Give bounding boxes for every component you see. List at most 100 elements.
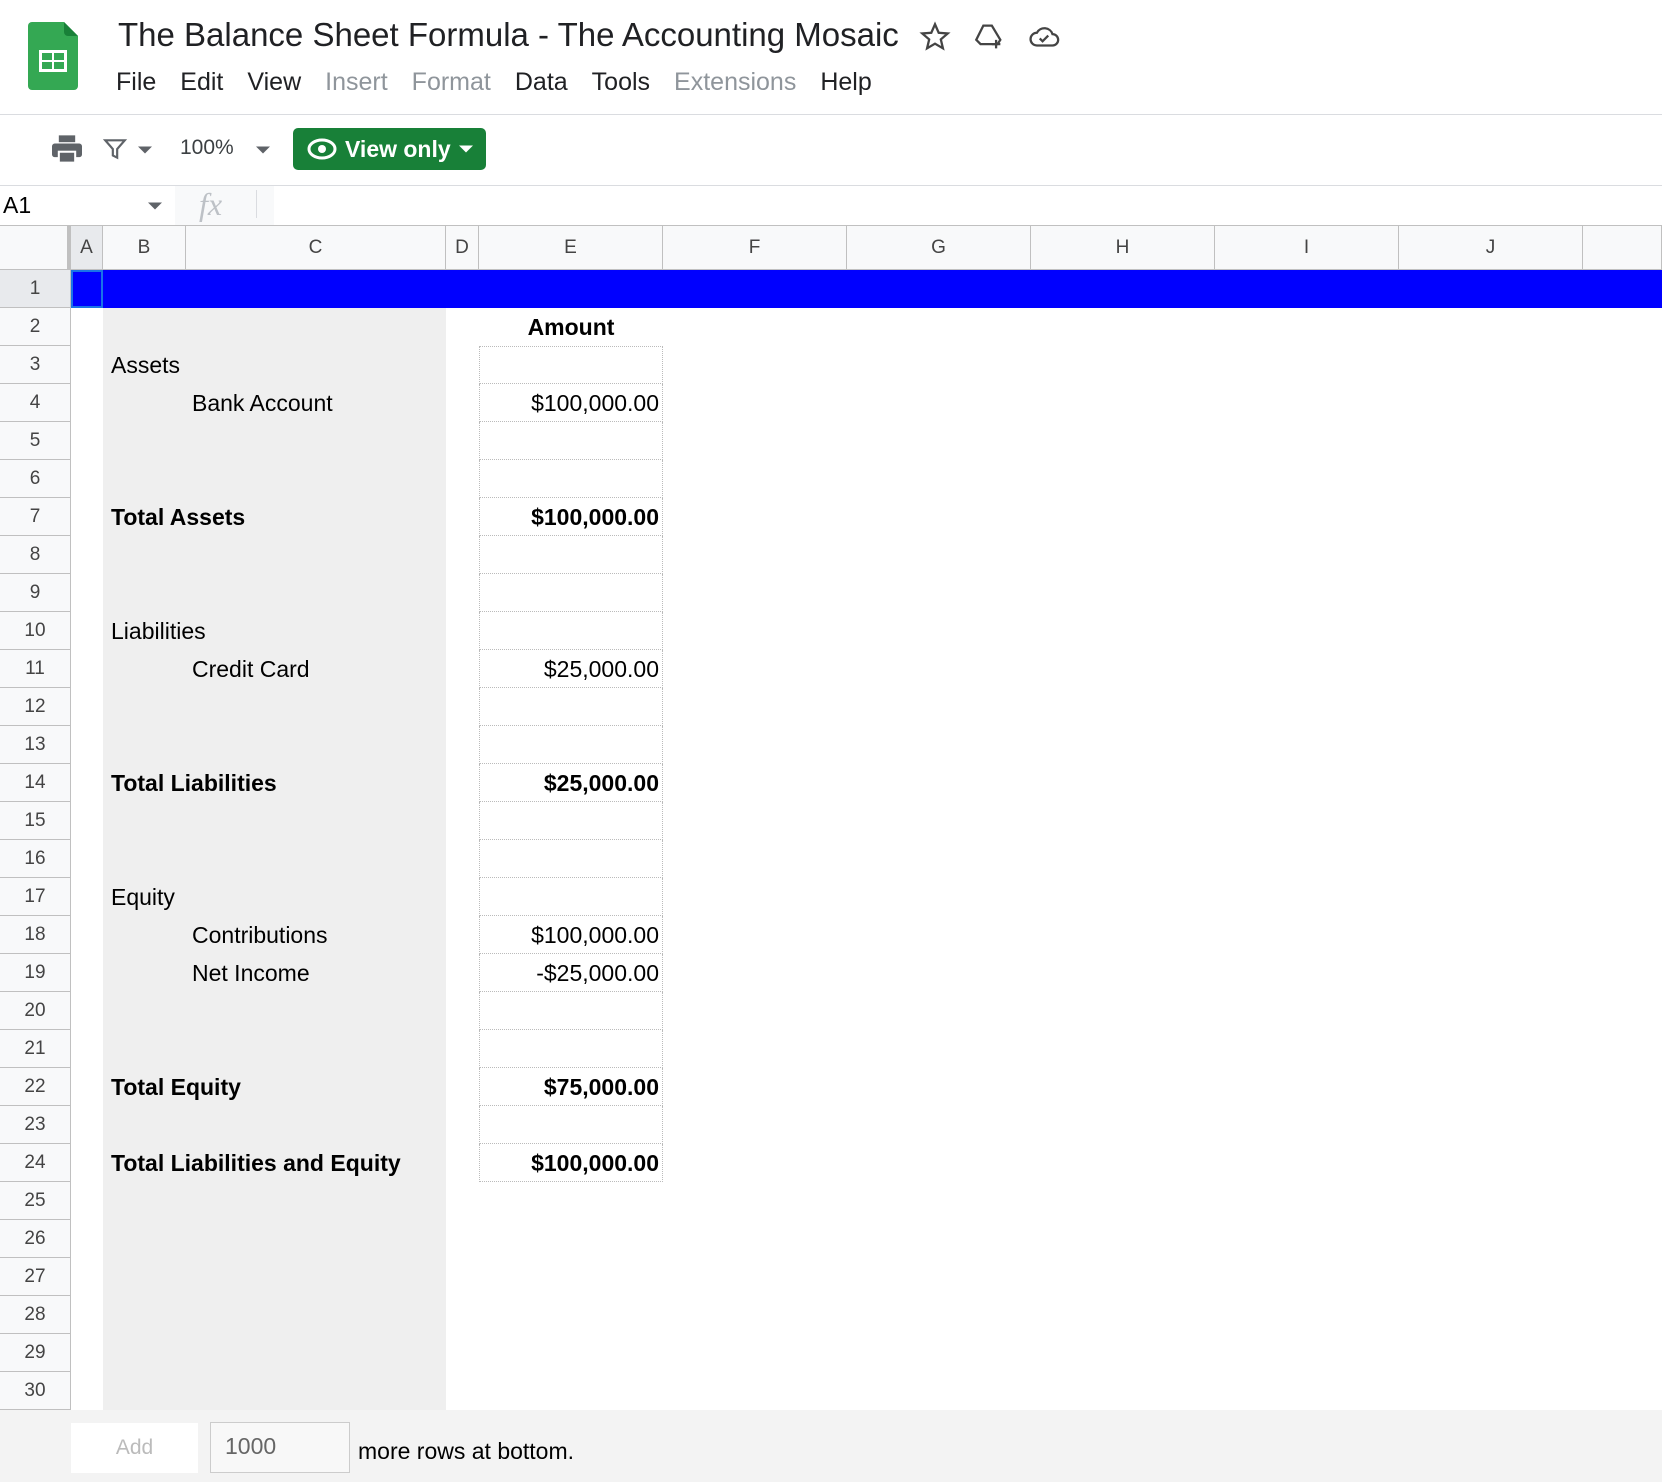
line-label[interactable]: Equity (111, 878, 175, 916)
row-header-12[interactable]: 12 (0, 688, 71, 726)
select-all-corner[interactable] (0, 226, 71, 270)
row-header-7[interactable]: 7 (0, 498, 71, 536)
menu-view[interactable]: View (247, 68, 301, 97)
row-header-11[interactable]: 11 (0, 650, 71, 688)
line-amount[interactable]: $100,000.00 (479, 916, 659, 954)
drive-add-icon[interactable] (972, 20, 1006, 54)
row-header-19[interactable]: 19 (0, 954, 71, 992)
amount-cell[interactable] (479, 840, 663, 878)
row-header-6[interactable]: 6 (0, 460, 71, 498)
line-amount[interactable]: $25,000.00 (479, 650, 659, 688)
column-header-k[interactable] (1583, 226, 1662, 270)
row-header-29[interactable]: 29 (0, 1334, 71, 1372)
amount-cell[interactable] (479, 1030, 663, 1068)
line-amount[interactable]: -$25,000.00 (479, 954, 659, 992)
line-label[interactable]: Bank Account (192, 384, 333, 422)
line-label[interactable]: Credit Card (192, 650, 310, 688)
line-label[interactable]: Liabilities (111, 612, 206, 650)
column-header-b[interactable]: B (103, 226, 186, 270)
amount-cell[interactable] (479, 992, 663, 1030)
row-header-30[interactable]: 30 (0, 1372, 71, 1410)
row-header-24[interactable]: 24 (0, 1144, 71, 1182)
row-header-18[interactable]: 18 (0, 916, 71, 954)
star-icon[interactable] (918, 20, 952, 54)
amount-cell[interactable] (479, 688, 663, 726)
row-header-20[interactable]: 20 (0, 992, 71, 1030)
add-rows-button[interactable]: Add (71, 1423, 198, 1473)
filter-icon[interactable] (102, 136, 128, 162)
amount-cell[interactable] (479, 802, 663, 840)
column-header-e[interactable]: E (479, 226, 663, 270)
row-header-9[interactable]: 9 (0, 574, 71, 612)
line-amount[interactable]: $100,000.00 (479, 1144, 659, 1182)
row-header-27[interactable]: 27 (0, 1258, 71, 1296)
amount-cell[interactable] (479, 460, 663, 498)
row-header-5[interactable]: 5 (0, 422, 71, 460)
column-header-i[interactable]: I (1215, 226, 1399, 270)
amount-cell[interactable] (479, 1106, 663, 1144)
row-header-25[interactable]: 25 (0, 1182, 71, 1220)
column-header-g[interactable]: G (847, 226, 1031, 270)
row-header-22[interactable]: 22 (0, 1068, 71, 1106)
amount-cell[interactable] (479, 346, 663, 384)
row-header-4[interactable]: 4 (0, 384, 71, 422)
line-amount[interactable]: $100,000.00 (479, 498, 659, 536)
menu-edit[interactable]: Edit (180, 68, 223, 97)
row-header-13[interactable]: 13 (0, 726, 71, 764)
amount-cell[interactable] (479, 536, 663, 574)
row-header-26[interactable]: 26 (0, 1220, 71, 1258)
line-amount[interactable]: $25,000.00 (479, 764, 659, 802)
amount-cell[interactable] (479, 574, 663, 612)
formula-input[interactable] (276, 186, 1656, 225)
row-header-1[interactable]: 1 (0, 270, 71, 308)
print-icon[interactable] (50, 134, 84, 164)
cloud-saved-icon[interactable] (1027, 20, 1061, 54)
menu-format[interactable]: Format (412, 68, 491, 97)
menu-data[interactable]: Data (515, 68, 568, 97)
row-header-15[interactable]: 15 (0, 802, 71, 840)
name-box[interactable]: A1 (3, 192, 31, 219)
row-header-28[interactable]: 28 (0, 1296, 71, 1334)
filter-dropdown-icon[interactable] (138, 146, 152, 154)
column-header-c[interactable]: C (186, 226, 446, 270)
column-header-j[interactable]: J (1399, 226, 1583, 270)
column-header-d[interactable]: D (446, 226, 479, 270)
row-header-23[interactable]: 23 (0, 1106, 71, 1144)
column-header-a[interactable]: A (71, 226, 103, 270)
row-header-17[interactable]: 17 (0, 878, 71, 916)
row-header-16[interactable]: 16 (0, 840, 71, 878)
row-header-21[interactable]: 21 (0, 1030, 71, 1068)
zoom-select[interactable]: 100% (180, 136, 234, 160)
document-title[interactable]: The Balance Sheet Formula - The Accounti… (118, 16, 899, 54)
view-only-button[interactable]: View only (293, 128, 486, 170)
menu-help[interactable]: Help (820, 68, 871, 97)
menu-file[interactable]: File (116, 68, 156, 97)
menu-extensions[interactable]: Extensions (674, 68, 796, 97)
rows-count-input[interactable]: 1000 (210, 1422, 350, 1473)
menu-tools[interactable]: Tools (592, 68, 650, 97)
amount-cell[interactable] (479, 422, 663, 460)
line-label[interactable]: Total Equity (111, 1068, 241, 1106)
line-label[interactable]: Assets (111, 346, 180, 384)
line-amount[interactable]: $75,000.00 (479, 1068, 659, 1106)
line-label[interactable]: Total Liabilities (111, 764, 277, 802)
amount-cell[interactable] (479, 612, 663, 650)
line-label[interactable]: Net Income (192, 954, 310, 992)
line-label[interactable]: Contributions (192, 916, 328, 954)
zoom-dropdown-icon[interactable] (256, 146, 270, 154)
amount-cell[interactable] (479, 726, 663, 764)
active-cell-a1[interactable] (71, 270, 103, 308)
line-amount[interactable]: $100,000.00 (479, 384, 659, 422)
amount-header[interactable]: Amount (479, 308, 663, 346)
name-box-dropdown-icon[interactable] (148, 202, 162, 210)
line-label[interactable]: Total Assets (111, 498, 245, 536)
row-header-2[interactable]: 2 (0, 308, 71, 346)
amount-cell[interactable] (479, 878, 663, 916)
row-header-3[interactable]: 3 (0, 346, 71, 384)
column-header-f[interactable]: F (663, 226, 847, 270)
menu-insert[interactable]: Insert (325, 68, 388, 97)
row-header-8[interactable]: 8 (0, 536, 71, 574)
column-header-h[interactable]: H (1031, 226, 1215, 270)
line-label[interactable]: Total Liabilities and Equity (111, 1144, 401, 1182)
row-header-14[interactable]: 14 (0, 764, 71, 802)
